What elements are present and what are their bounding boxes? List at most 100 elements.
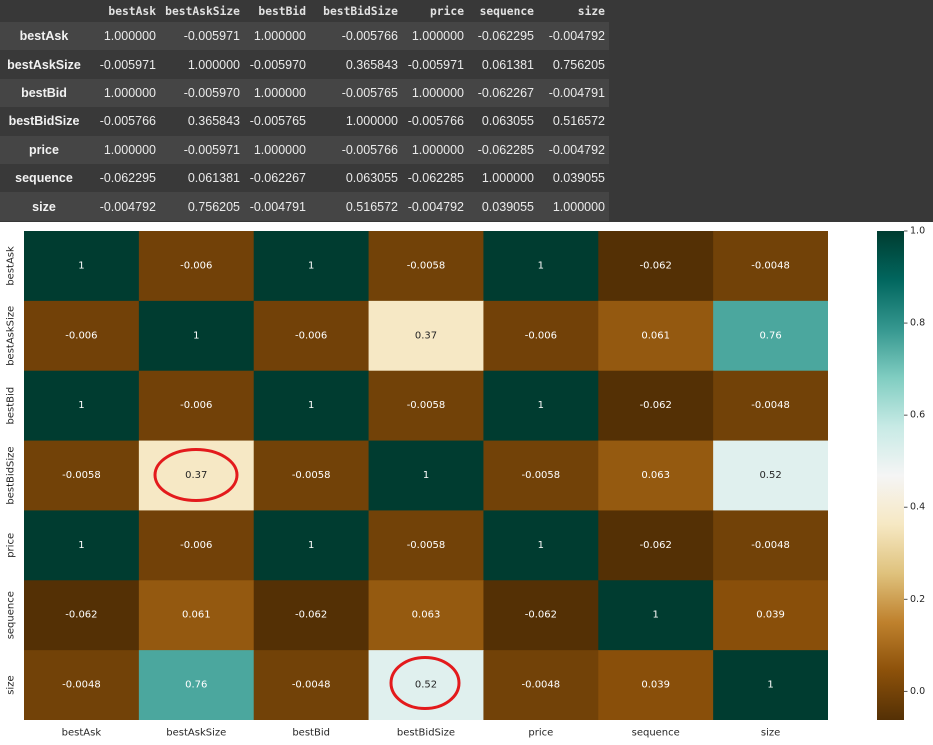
table-row: bestBidSize -0.005766 0.365843 -0.005765 1.0… [0, 107, 609, 136]
column-header: bestBid [244, 0, 310, 22]
x-tick-label: price [528, 728, 553, 739]
row-label: bestBid [21, 85, 67, 100]
table-cell: 0.063055 [345, 171, 398, 186]
cell-annotation: -0.0048 [751, 400, 790, 411]
table-cell: -0.005971 [407, 57, 464, 72]
column-header: size [538, 0, 609, 22]
table-cell: 1.000000 [481, 171, 534, 186]
table-cell: 1.000000 [345, 114, 398, 129]
table-cell: 1.000000 [103, 142, 156, 157]
y-tick-label: size [6, 675, 17, 694]
y-tick-label: bestAskSize [6, 306, 17, 366]
cell-annotation: 0.061 [641, 330, 670, 341]
cell-annotation: 1 [423, 470, 429, 481]
colorbar-gradient [877, 231, 904, 720]
cell-annotation: 1 [308, 260, 314, 271]
correlation-heatmap: 1 -0.006 1 -0.0058 1 -0.062 -0.0048 -0.006 1 -0.0… [6, 226, 926, 739]
table-row: price 1.000000 -0.005971 1.000000 -0.005766 1… [0, 135, 609, 164]
x-tick-label: bestAskSize [166, 728, 226, 739]
cell-annotation: 0.061 [182, 610, 211, 621]
table-cell: -0.062285 [477, 142, 534, 157]
x-tick-label: sequence [632, 728, 680, 739]
column-header: bestAsk [88, 0, 160, 22]
cell-annotation: 0.37 [185, 470, 207, 481]
colorbar: 0.0 0.2 0.4 0.6 0.8 1.0 [877, 226, 925, 720]
cell-annotation: 1 [78, 400, 84, 411]
table-cell: 1.000000 [103, 85, 156, 100]
row-label: sequence [15, 171, 73, 186]
cell-annotation: -0.0058 [292, 470, 331, 481]
table-cell: -0.004791 [548, 85, 605, 100]
cell-annotation: 0.76 [185, 680, 207, 691]
cell-annotation: 0.76 [759, 330, 781, 341]
table-cell: 0.365843 [187, 114, 240, 129]
table-cell: 0.063055 [481, 114, 534, 129]
x-axis: bestAsk bestAskSize bestBid bestBidSize pric… [62, 728, 781, 739]
table-cell: -0.004792 [99, 199, 156, 214]
colorbar-tick-label: 1.0 [910, 226, 925, 237]
cell-annotation: -0.0058 [62, 470, 101, 481]
cell-annotation: -0.0058 [522, 470, 561, 481]
cell-annotation: 0.37 [415, 330, 437, 341]
cell-annotation: -0.006 [180, 260, 212, 271]
column-header: bestBidSize [310, 0, 402, 22]
colorbar-tick-label: 0.4 [910, 502, 925, 513]
cell-annotation: 0.039 [641, 680, 670, 691]
colorbar-tick-label: 0.0 [910, 686, 925, 697]
cell-annotation: -0.0048 [522, 680, 561, 691]
cell-annotation: 1 [308, 400, 314, 411]
row-label: price [29, 142, 59, 157]
row-label: bestAskSize [7, 57, 81, 72]
colorbar-tick-label: 0.6 [910, 410, 925, 421]
table-cell: -0.004791 [249, 199, 306, 214]
table-cell: -0.062295 [99, 171, 156, 186]
table-cell: -0.005765 [341, 85, 398, 100]
table-cell: 0.365843 [345, 57, 398, 72]
y-tick-label: bestAsk [6, 246, 17, 286]
table-body: bestAsk 1.000000 -0.005971 1.000000 -0.00576… [0, 22, 609, 221]
table-cell: -0.005970 [183, 85, 240, 100]
table-cell: 0.061381 [481, 57, 534, 72]
table-cell: 1.000000 [253, 142, 306, 157]
table-cell: 0.756205 [552, 57, 605, 72]
table-cell: -0.005971 [183, 29, 240, 44]
row-label: bestAsk [19, 29, 69, 44]
table-cell: -0.004792 [548, 29, 605, 44]
cell-annotation: 0.52 [759, 470, 781, 481]
table-cell: 1.000000 [411, 142, 464, 157]
cell-annotation: 1 [308, 540, 314, 551]
table-cell: -0.062295 [477, 29, 534, 44]
table-cell: -0.004792 [407, 199, 464, 214]
table-cell: 0.061381 [187, 171, 240, 186]
cell-annotation: -0.062 [640, 260, 672, 271]
table-cell: -0.005766 [99, 114, 156, 129]
table-row: bestAsk 1.000000 -0.005971 1.000000 -0.00576… [0, 22, 609, 51]
table-cell: 1.000000 [411, 29, 464, 44]
colorbar-tick-label: 0.8 [910, 318, 925, 329]
cell-annotation: -0.062 [65, 610, 97, 621]
table-cell: 1.000000 [187, 57, 240, 72]
table-cell: -0.062267 [249, 171, 306, 186]
table-cell: 1.000000 [103, 29, 156, 44]
table-cell: -0.005766 [407, 114, 464, 129]
cell-annotation: -0.062 [640, 540, 672, 551]
table-cell: 0.516572 [552, 114, 605, 129]
table-row: sequence -0.062295 0.061381 -0.062267 0.0630… [0, 163, 609, 193]
y-tick-label: bestBidSize [6, 446, 17, 504]
y-axis: bestAsk bestAskSize bestBid bestBidSize pric… [6, 246, 17, 695]
cell-annotation: 0.52 [415, 680, 437, 691]
table-cell: 0.039055 [481, 199, 534, 214]
x-tick-label: bestBid [292, 728, 330, 739]
table-cell: 0.516572 [345, 199, 398, 214]
index-header [0, 0, 88, 22]
table-cell: -0.005765 [249, 114, 306, 129]
table-cell: 1.000000 [253, 29, 306, 44]
table-cell: 1.000000 [253, 85, 306, 100]
correlation-table: bestAsk bestAskSize bestBid bestBidSize pric… [0, 0, 609, 221]
cell-annotation: 1 [78, 540, 84, 551]
y-tick-label: price [6, 533, 17, 558]
cell-annotation: -0.006 [525, 330, 557, 341]
column-header: sequence [468, 0, 538, 22]
cell-annotation: 1 [538, 400, 544, 411]
table-cell: -0.005766 [341, 142, 398, 157]
